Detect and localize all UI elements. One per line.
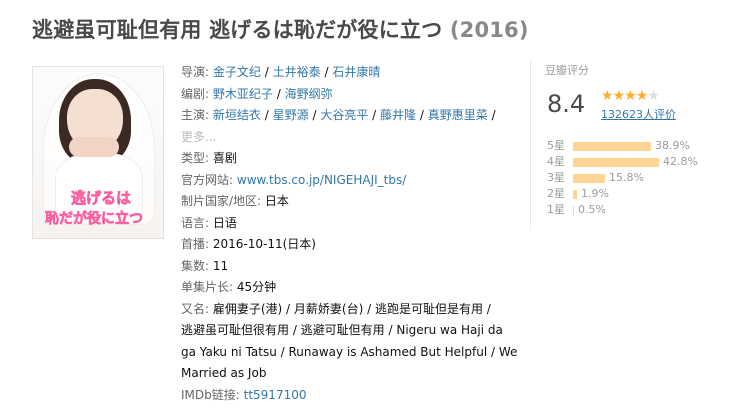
- cast-label: 主演:: [181, 108, 210, 122]
- rating-dist-row-3: 3星 15.8%: [547, 170, 698, 186]
- writer-link-2[interactable]: 海野纲弥: [285, 87, 333, 101]
- rating-dist-bar: [573, 189, 577, 199]
- poster-logo: 逃げるは 恥だが役に立つ: [45, 189, 144, 228]
- genre-value: 喜剧: [212, 151, 237, 165]
- aka-label: 又名:: [181, 301, 210, 316]
- star-icon: ★: [612, 88, 626, 104]
- aka-value-3: ga Yaku ni Tatsu / Runaway is Ashamed Bu…: [181, 344, 518, 359]
- cast-row: 主演: 新垣结衣 / 星野源 / 大谷亮平 / 藤井隆 / 真野惠里菜 /: [181, 108, 496, 122]
- language-label: 语言:: [181, 215, 210, 230]
- rating-dist-row-2: 2星 1.9%: [547, 186, 698, 202]
- rating-dist-pct: 42.8%: [663, 155, 698, 168]
- imdb-link[interactable]: tt5917100: [244, 388, 307, 402]
- writer-link-1[interactable]: 野木亚纪子: [213, 87, 273, 101]
- aka-row-1: 又名: 雇佣妻子(港) / 月薪娇妻(台) / 逃跑是可耻但是有用 /: [181, 299, 511, 321]
- cast-more-row: 更多...: [181, 127, 511, 149]
- rating-distribution: 5星 38.9% 4星 42.8% 3星 15.8% 2星 1.9% 1星 0.5%: [547, 138, 698, 218]
- country-row: 制片国家/地区: 日本: [181, 191, 511, 213]
- rating-dist-bar: [573, 205, 574, 215]
- poster-hands: [69, 137, 119, 157]
- rating-dist-label: 2星: [547, 187, 565, 200]
- rating-count-link[interactable]: 132623人评价: [601, 106, 676, 122]
- aka-value-2: 逃避虽可耻但很有用 / 逃避可耻但有用 / Nigeru wa Haji da: [181, 323, 503, 337]
- director-link-1[interactable]: 金子文纪: [213, 65, 261, 79]
- rating-dist-pct: 0.5%: [578, 203, 606, 216]
- aka-row-2: 逃避虽可耻但很有用 / 逃避可耻但有用 / Nigeru wa Haji da: [181, 320, 511, 342]
- imdb-label: IMDb链接:: [181, 387, 240, 402]
- rating-dist-row-5: 5星 38.9%: [547, 138, 698, 154]
- genre-row: 类型: 喜剧: [181, 148, 511, 170]
- title-text: 逃避虽可耻但有用 逃げるは恥だが役に立つ: [32, 18, 443, 42]
- runtime-row: 单集片长: 45分钟: [181, 277, 511, 299]
- poster-logo-line2: 恥だが役に立つ: [45, 210, 143, 227]
- rating-dist-bar: [573, 173, 605, 183]
- director-label: 导演:: [181, 65, 210, 79]
- rating-dist-row-4: 4星 42.8%: [547, 154, 698, 170]
- title-year: (2016): [449, 18, 529, 42]
- aka-row-4: Married as Job: [181, 363, 511, 385]
- star-icon: ★: [635, 88, 649, 104]
- rating-dist-row-1: 1星 0.5%: [547, 202, 698, 218]
- rating-label: 豆瓣评分: [545, 64, 589, 77]
- rating-dist-pct: 15.8%: [609, 171, 644, 184]
- writer-row: 编剧: 野木亚纪子 / 海野纲弥: [181, 86, 333, 101]
- cast-link-2[interactable]: 星野源: [273, 108, 309, 122]
- rating-dist-bar: [573, 141, 651, 151]
- language-value: 日语: [212, 215, 237, 230]
- cast-link-3[interactable]: 大谷亮平: [320, 108, 368, 122]
- star-empty-icon: ★: [647, 88, 660, 104]
- page-title: 逃避虽可耻但有用 逃げるは恥だが役に立つ (2016): [32, 14, 529, 44]
- rating-dist-label: 5星: [547, 139, 565, 152]
- cast-link-4[interactable]: 藤井隆: [380, 108, 416, 122]
- episodes-value: 11: [212, 258, 229, 273]
- rating-stars: ★★★★★: [601, 88, 660, 104]
- rating-dist-label: 3星: [547, 171, 565, 184]
- official-site-link[interactable]: www.tbs.co.jp/NIGEHAJI_tbs/: [237, 173, 406, 187]
- director-link-2[interactable]: 土井裕泰: [273, 65, 321, 79]
- premiere-label: 首播:: [181, 237, 210, 251]
- premiere-row: 首播: 2016-10-11(日本): [181, 234, 511, 256]
- premiere-value: 2016-10-11(日本): [212, 237, 316, 251]
- aka-row-3: ga Yaku ni Tatsu / Runaway is Ashamed Bu…: [181, 342, 517, 364]
- country-value: 日本: [264, 194, 289, 208]
- rating-dist-bar: [573, 157, 659, 167]
- star-icon: ★: [624, 88, 637, 104]
- rating-panel: 豆瓣评分 8.4 ★★★★★ 132623人评价 5星 38.9% 4星 42.8%…: [530, 60, 730, 230]
- aka-value-1: 雇佣妻子(港) / 月薪娇妻(台) / 逃跑是可耻但是有用 /: [212, 301, 491, 316]
- cast-link-5[interactable]: 真野惠里菜: [428, 108, 488, 122]
- cast-more-link[interactable]: 更多...: [181, 130, 216, 144]
- imdb-row: IMDb链接: tt5917100: [181, 385, 511, 407]
- rating-dist-pct: 1.9%: [581, 187, 609, 200]
- episodes-row: 集数: 11: [181, 256, 511, 278]
- country-label: 制片国家/地区:: [181, 194, 262, 208]
- star-icon: ★: [601, 88, 614, 104]
- rating-score: 8.4: [547, 90, 586, 118]
- director-link-3[interactable]: 石井康晴: [332, 65, 380, 79]
- episodes-label: 集数:: [181, 258, 210, 273]
- runtime-label: 单集片长:: [181, 280, 234, 294]
- aka-value-4: Married as Job: [181, 366, 267, 380]
- writer-label: 编剧:: [181, 86, 210, 101]
- poster-image[interactable]: 逃げるは 恥だが役に立つ: [32, 66, 164, 239]
- genre-label: 类型:: [181, 151, 210, 165]
- site-label: 官方网站:: [181, 172, 234, 187]
- site-row: 官方网站: www.tbs.co.jp/NIGEHAJI_tbs/: [181, 170, 511, 192]
- rating-dist-pct: 38.9%: [655, 139, 690, 152]
- runtime-value: 45分钟: [236, 280, 277, 294]
- poster-logo-line1: 逃げるは: [71, 189, 131, 207]
- language-row: 语言: 日语: [181, 213, 511, 235]
- rating-dist-label: 1星: [547, 203, 565, 216]
- rating-dist-label: 4星: [547, 155, 565, 168]
- cast-link-1[interactable]: 新垣结衣: [213, 108, 261, 122]
- director-row: 导演: 金子文纪 / 土井裕泰 / 石井康晴: [181, 65, 381, 79]
- info-panel: 导演: 金子文纪 / 土井裕泰 / 石井康晴 编剧: 野木亚纪子 / 海野纲弥 …: [181, 62, 517, 407]
